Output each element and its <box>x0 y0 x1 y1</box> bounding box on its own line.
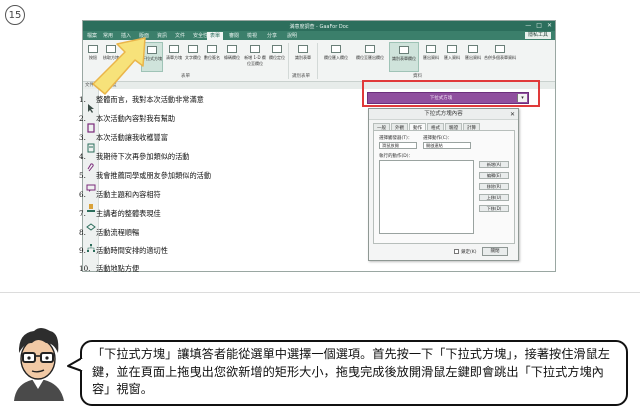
ribbon-import-data[interactable]: 匯入資料 <box>442 42 462 72</box>
ribbon-export-data[interactable]: 匯出資料 <box>421 42 441 72</box>
question-row: 10. 活動地點方便 <box>79 264 140 273</box>
ribbon-identify-field[interactable]: 識別表單欄位 <box>389 42 419 72</box>
privacy-tools-button[interactable]: 隱私工具 <box>524 32 551 39</box>
minimize-button[interactable]: — <box>525 22 531 29</box>
question-row: 5. 我會推薦同學或朋友參加類似的活動 <box>79 171 212 180</box>
add-action-button[interactable]: 新增(A) <box>479 161 509 168</box>
checkbox-icon <box>454 249 459 254</box>
move-up-button[interactable]: 上移(U) <box>479 194 509 201</box>
export-data-icon <box>468 45 478 53</box>
dropdown-field-label: 下拉式方塊 <box>429 96 453 101</box>
tab-document[interactable]: 文件 <box>175 32 185 39</box>
close-icon[interactable]: ✕ <box>510 109 515 120</box>
title-bar: 満意度調查 - GaaFor Doc — □ ✕ <box>83 21 555 31</box>
step-number-badge: 15 <box>5 5 25 25</box>
ribbon-export-data-2[interactable]: 匯出資料 <box>463 42 483 72</box>
section-divider <box>0 292 640 293</box>
presenter-avatar <box>14 328 64 401</box>
bookmark-icon[interactable] <box>86 123 96 133</box>
group-separator <box>288 43 289 79</box>
dropdown-field[interactable]: 下拉式方塊 ▾ <box>367 92 529 104</box>
ribbon-identify-form[interactable]: 識別表單 <box>293 42 313 72</box>
ribbon-barcode[interactable]: 條碼欄位 <box>222 42 242 72</box>
action-list[interactable] <box>379 160 474 234</box>
merge-icon <box>495 45 505 53</box>
export-icon <box>365 45 375 53</box>
group-separator <box>317 43 318 79</box>
tutorial-screen: 15 満意度調查 - GaaFor Doc — □ ✕ 檔案 常用 插入 版面 … <box>0 0 640 414</box>
speech-bubble-tail <box>67 357 84 372</box>
ribbon-text-field[interactable]: 文字欄位 <box>184 42 202 72</box>
group-label-form: 表單 <box>181 74 190 79</box>
action-label: 選擇動作(C)： <box>423 136 453 141</box>
lock-checkbox[interactable]: 鎖定(K) <box>454 249 476 255</box>
tab-share[interactable]: 分享 <box>267 32 277 39</box>
tab-form[interactable]: 表單 <box>207 32 224 40</box>
listbox-icon <box>169 45 179 53</box>
ribbon-signature[interactable]: 數位簽名 <box>203 42 221 72</box>
trigger-select[interactable]: 滑鼠放開 <box>379 142 417 149</box>
export-data-icon <box>426 45 436 53</box>
tab-security[interactable]: 安全性 <box>193 32 208 39</box>
question-row: 6. 活動主題和內容相符 <box>79 190 161 199</box>
position-icon <box>272 45 282 53</box>
maximize-button[interactable]: □ <box>536 22 542 29</box>
ribbon-export-field[interactable]: 欄位至匯出欄位 <box>353 42 387 72</box>
barcode-icon <box>227 45 237 53</box>
edit-action-button[interactable]: 編輯(E) <box>479 172 509 179</box>
identify-icon <box>298 45 308 53</box>
dialog-title: 下拉式方塊內容 <box>369 109 518 120</box>
identify-field-icon <box>399 46 409 54</box>
dropdown-properties-dialog: 下拉式方塊內容 ✕ 一般 外觀 動作 格式 驗證 計算 選擇觸發器(T)： 選擇… <box>368 108 519 261</box>
ribbon-merge-data[interactable]: 合併多個表單資料 <box>484 42 516 72</box>
action-select[interactable]: 開啟連結 <box>423 142 471 149</box>
signature-icon <box>207 45 217 53</box>
group-label-identify: 識別表單 <box>292 74 310 79</box>
dialog-close-button[interactable]: 關閉 <box>482 247 508 256</box>
pointer-arrow-icon <box>92 37 146 95</box>
close-window-button[interactable]: ✕ <box>547 22 552 29</box>
caption-text: 「下拉式方塊」讓填答者能從選單中選擇一個選項。首先按一下「下拉式方塊」，接著按住… <box>92 347 610 396</box>
text-field-icon <box>188 45 198 53</box>
question-row: 7. 主講者的整體表現佳 <box>79 209 161 218</box>
question-row: 8. 活動流程順暢 <box>79 228 140 237</box>
chevron-down-icon[interactable]: ▾ <box>517 94 527 102</box>
question-row: 9. 活動時間安排的適切性 <box>79 246 168 255</box>
tab-help[interactable]: 說明 <box>287 32 297 39</box>
tab-review[interactable]: 審閱 <box>229 32 239 39</box>
import-icon <box>331 45 341 53</box>
tab-view[interactable]: 檢視 <box>247 32 257 39</box>
import-data-icon <box>447 45 457 53</box>
remove-action-button[interactable]: 移除(R) <box>479 183 509 190</box>
group-label-data: 資料 <box>413 74 422 79</box>
action-list-label: 執行的動作(D)： <box>379 154 413 159</box>
window-title: 満意度調查 - GaaFor Doc <box>289 24 349 30</box>
add-field-icon <box>250 45 260 53</box>
ribbon-add-field[interactable]: 新增 1-D 欄位至欄位 <box>243 42 267 72</box>
trigger-label: 選擇觸發器(T)： <box>379 136 413 141</box>
ribbon-field-position[interactable]: 欄位定位 <box>268 42 286 72</box>
move-down-button[interactable]: 下移(D) <box>479 205 509 212</box>
question-row: 3. 本次活動讓我收穫豐富 <box>79 133 168 142</box>
ribbon-listbox[interactable]: 清單方塊 <box>165 42 183 72</box>
question-row: 2. 本次活動內容對我有幫助 <box>79 114 176 123</box>
ribbon-import-field[interactable]: 欄位匯入欄位 <box>321 42 351 72</box>
window-controls: — □ ✕ <box>525 22 552 29</box>
question-row: 4. 我期待下次再參加類似的活動 <box>79 152 190 161</box>
